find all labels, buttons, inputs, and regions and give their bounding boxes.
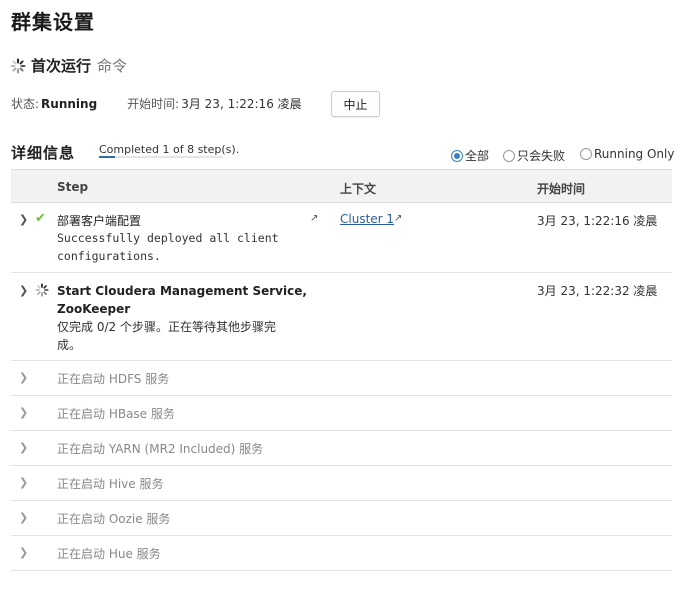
status-row: 状态: Running 开始时间: 3月 23, 1:22:16 凌晨 xyxy=(11,95,302,112)
step-title: Start Cloudera Management Service, ZooKe… xyxy=(57,282,307,318)
table-row: ❯ 正在启动 Hive 服务 xyxy=(11,466,672,501)
step-title: 正在启动 HDFS 服务 xyxy=(57,372,170,386)
external-link-icon[interactable]: ↗ xyxy=(310,213,318,224)
table-row: ❯ 正在启动 HBase 服务 xyxy=(11,396,672,431)
step-title: 正在启动 Hue 服务 xyxy=(57,547,161,561)
step-title-line: Start Cloudera Management Service, xyxy=(57,284,307,298)
chevron-right-icon[interactable]: ❯ xyxy=(19,406,28,419)
radio-failed-only[interactable] xyxy=(503,149,515,162)
table-header: Step 上下文 开始时间 xyxy=(11,169,672,203)
filter-failed-label: 只会失败 xyxy=(517,149,566,163)
step-description-line: configurations. xyxy=(57,249,161,263)
table-row: ❯ 正在启动 Hue 服务 xyxy=(11,536,672,571)
progress-text: Completed 1 of 8 step(s). xyxy=(99,143,240,156)
check-icon: ✔ xyxy=(35,211,46,226)
stop-button[interactable]: 中止 xyxy=(331,91,380,117)
step-start-time: 3月 23, 1:22:16 凌晨 xyxy=(537,214,658,228)
step-description: Successfully deployed all client configu… xyxy=(57,229,279,265)
step-title: 部署客户端配置 xyxy=(57,214,142,228)
progress-bar xyxy=(99,156,223,158)
command-header: 首次运行 命令 xyxy=(10,55,127,76)
start-time-value: 3月 23, 1:22:16 凌晨 xyxy=(181,97,302,111)
command-title: 首次运行 xyxy=(31,57,92,75)
chevron-right-icon[interactable]: ❯ xyxy=(19,441,28,454)
radio-all[interactable] xyxy=(451,149,463,162)
step-description-line: 成。 xyxy=(57,338,82,352)
table-row: ❯ Start Cloudera Management Service, Zoo… xyxy=(11,273,672,361)
status-label: 状态: xyxy=(11,97,40,111)
command-subtitle: 命令 xyxy=(97,57,128,75)
status-value: Running xyxy=(41,96,98,111)
filter-running-only[interactable]: Running Only xyxy=(580,147,674,161)
table-row: ❯ ✔ 部署客户端配置 Successfully deployed all cl… xyxy=(11,203,672,273)
context-link[interactable]: Cluster 1 xyxy=(340,212,394,226)
step-title: 正在启动 Oozie 服务 xyxy=(57,512,171,526)
step-title: 正在启动 HBase 服务 xyxy=(57,407,175,421)
steps-table: Step 上下文 开始时间 ❯ ✔ 部署客户端配置 Successfully d… xyxy=(11,169,672,571)
spinner-icon xyxy=(35,283,49,297)
chevron-right-icon[interactable]: ❯ xyxy=(19,213,28,226)
column-step[interactable]: Step xyxy=(57,180,88,194)
radio-running-only[interactable] xyxy=(580,148,592,160)
progress-fill xyxy=(99,156,115,158)
step-description: 仅完成 0/2 个步骤。正在等待其他步骤完 成。 xyxy=(57,318,276,354)
chevron-right-icon[interactable]: ❯ xyxy=(19,511,28,524)
details-title: 详细信息 xyxy=(11,144,76,162)
filter-running-label: Running Only xyxy=(594,147,675,161)
spinner-icon xyxy=(10,58,26,73)
chevron-right-icon[interactable]: ❯ xyxy=(19,371,28,384)
chevron-right-icon[interactable]: ❯ xyxy=(19,476,28,489)
table-row: ❯ 正在启动 Oozie 服务 xyxy=(11,501,672,536)
step-start-time: 3月 23, 1:22:32 凌晨 xyxy=(537,284,658,298)
filter-all[interactable]: 全部 xyxy=(451,147,489,164)
start-time-label: 开始时间: xyxy=(127,97,180,111)
chevron-right-icon[interactable]: ❯ xyxy=(19,284,28,297)
step-title-line: ZooKeeper xyxy=(57,302,131,316)
filter-all-label: 全部 xyxy=(465,149,490,163)
step-title: 正在启动 Hive 服务 xyxy=(57,477,164,491)
page-title: 群集设置 xyxy=(11,10,95,34)
table-row: ❯ 正在启动 HDFS 服务 xyxy=(11,361,672,396)
step-description-line: 仅完成 0/2 个步骤。正在等待其他步骤完 xyxy=(57,320,276,334)
chevron-right-icon[interactable]: ❯ xyxy=(19,546,28,559)
step-title: 正在启动 YARN (MR2 Included) 服务 xyxy=(57,442,264,456)
column-start-time[interactable]: 开始时间 xyxy=(537,180,585,197)
table-row: ❯ 正在启动 YARN (MR2 Included) 服务 xyxy=(11,431,672,466)
column-context[interactable]: 上下文 xyxy=(340,180,376,197)
filter-failed-only[interactable]: 只会失败 xyxy=(503,147,565,164)
external-link-icon[interactable]: ↗ xyxy=(394,213,402,224)
step-description-line: Successfully deployed all client xyxy=(57,231,279,245)
